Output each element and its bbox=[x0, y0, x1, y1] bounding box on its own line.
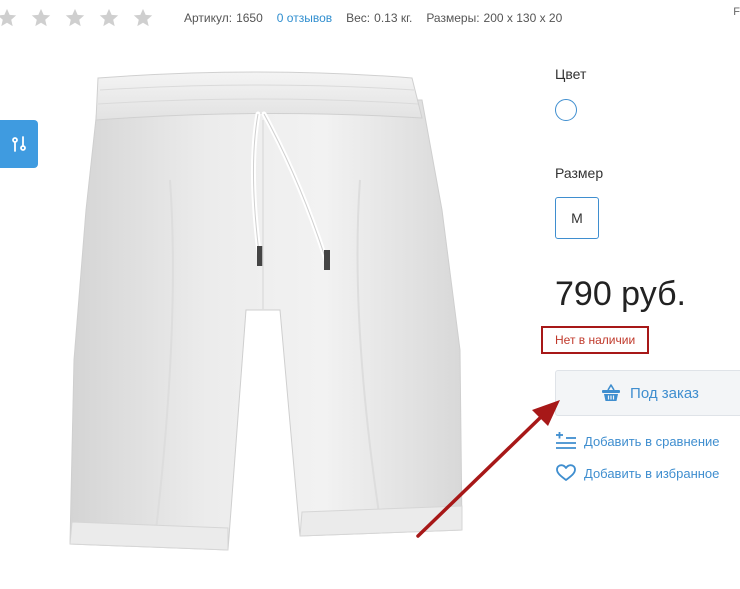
product-price: 790 руб. bbox=[555, 275, 687, 313]
add-to-compare-label: Добавить в сравнение bbox=[584, 433, 720, 449]
add-to-favorites-link[interactable]: Добавить в избранное bbox=[555, 464, 719, 482]
reviews-link[interactable]: 0 отзывов bbox=[277, 11, 332, 25]
star-icon[interactable] bbox=[64, 7, 86, 29]
compare-icon bbox=[556, 432, 576, 449]
cut-off-text: F bbox=[733, 6, 740, 18]
heart-icon bbox=[556, 464, 576, 481]
article-value: 1650 bbox=[236, 11, 263, 25]
star-icon[interactable] bbox=[30, 7, 52, 29]
filter-icon bbox=[12, 136, 26, 152]
preorder-button-label: Под заказ bbox=[630, 384, 699, 402]
weight-label: Вес: bbox=[346, 11, 371, 25]
stock-status-text: Нет в наличии bbox=[555, 333, 636, 347]
filter-button[interactable] bbox=[0, 120, 38, 168]
color-swatch-white[interactable] bbox=[555, 99, 577, 121]
dimensions-value: 200 x 130 x 20 bbox=[483, 11, 563, 25]
size-option-label: M bbox=[571, 210, 583, 226]
product-image[interactable] bbox=[60, 60, 490, 580]
star-icon[interactable] bbox=[98, 7, 120, 29]
preorder-button[interactable]: Под заказ bbox=[555, 370, 740, 416]
size-label: Размер bbox=[555, 165, 604, 181]
product-meta: Артикул: 1650 0 отзывов Вес: 0.13 кг. Разм… bbox=[184, 11, 576, 25]
color-label: Цвет bbox=[555, 66, 587, 82]
product-page: Артикул: 1650 0 отзывов Вес: 0.13 кг. Разм… bbox=[0, 0, 740, 589]
dimensions-label: Размеры: bbox=[426, 11, 480, 25]
add-to-compare-link[interactable]: Добавить в сравнение bbox=[555, 432, 720, 450]
dimensions: Размеры: 200 x 130 x 20 bbox=[426, 11, 562, 25]
article-label: Артикул: bbox=[184, 11, 233, 25]
basket-icon bbox=[602, 384, 621, 401]
stock-status: Нет в наличии bbox=[541, 326, 650, 354]
size-option-m[interactable]: M bbox=[555, 197, 599, 239]
add-to-favorites-label: Добавить в избранное bbox=[584, 465, 720, 481]
weight-value: 0.13 кг. bbox=[374, 11, 413, 25]
weight: Вес: 0.13 кг. bbox=[346, 11, 412, 25]
star-icon[interactable] bbox=[0, 7, 18, 29]
star-icon[interactable] bbox=[132, 7, 154, 29]
rating-stars[interactable] bbox=[0, 7, 166, 29]
article: Артикул: 1650 bbox=[184, 11, 263, 25]
product-meta-bar: Артикул: 1650 0 отзывов Вес: 0.13 кг. Разм… bbox=[0, 4, 576, 32]
shorts-image bbox=[69, 71, 463, 551]
